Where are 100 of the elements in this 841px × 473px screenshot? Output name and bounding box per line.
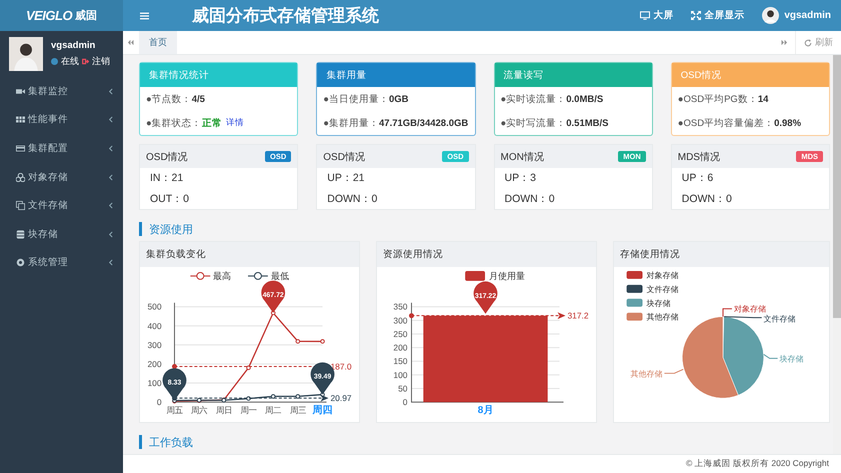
card-title: OSD情况: [323, 150, 365, 164]
legend-label[interactable]: 月使用量: [489, 270, 525, 281]
axis-category-label: 周日: [216, 405, 232, 416]
card-title: 集群情况统计: [140, 63, 298, 87]
slice-label: 对象存储: [734, 304, 766, 314]
status-value: DOWN：0: [504, 192, 556, 207]
header-action[interactable]: 大屏: [640, 9, 674, 22]
legend-swatch[interactable]: [626, 298, 643, 307]
legend-swatch[interactable]: [465, 270, 486, 281]
menu-item[interactable]: 块存储: [0, 220, 123, 249]
avatar: [9, 37, 43, 71]
user-name: vgsadmin: [51, 40, 96, 51]
legend-label[interactable]: 块存储: [646, 298, 670, 308]
legend-swatch[interactable]: [626, 284, 643, 293]
legend-label[interactable]: 其他存储: [646, 312, 678, 322]
point: [320, 339, 325, 344]
legend-label[interactable]: 文件存储: [646, 284, 678, 294]
axis-tick-label: 300: [393, 315, 408, 326]
axis-tick-label: 200: [148, 358, 162, 369]
legend-label[interactable]: 对象存储: [646, 270, 678, 280]
logo-name: 威固: [75, 8, 98, 23]
menu-item[interactable]: 文件存储: [0, 191, 123, 220]
status-value: DOWN：0: [326, 192, 378, 207]
stat-value: 0.51MB/S: [566, 118, 608, 128]
legend-line-icon[interactable]: [190, 272, 211, 280]
slice-label: 文件存储: [764, 314, 796, 324]
user-name[interactable]: vgsadmin: [784, 10, 831, 21]
chevron-icon: [108, 202, 113, 210]
point: [246, 366, 251, 370]
stat-value: 0.98%: [774, 118, 802, 128]
panel-title: 集群负载变化: [140, 242, 359, 267]
axis-tick-label: 500: [148, 302, 162, 312]
legend-line-icon[interactable]: [248, 272, 268, 280]
tab[interactable]: 首页: [139, 31, 177, 54]
axis-category-label: 周五: [166, 405, 182, 416]
point: [296, 394, 300, 399]
menu-item[interactable]: 系统管理: [0, 248, 123, 278]
menu-item[interactable]: 性能事件: [0, 106, 123, 134]
status-value: DOWN：0: [680, 192, 733, 207]
legend-label[interactable]: 最高: [213, 270, 232, 281]
legend-label[interactable]: 最低: [270, 270, 289, 281]
axis-tick-label: 400: [148, 320, 162, 331]
axis-category-label: 周六: [191, 405, 208, 416]
status-value: IN：21: [149, 171, 184, 186]
marker-pin: [474, 281, 498, 314]
leader-line: [763, 354, 778, 359]
axis-tick-label: 0: [156, 397, 162, 408]
scroll-left-icon[interactable]: [127, 39, 134, 46]
card-title: 集群用量: [317, 63, 474, 87]
axis-tick-label: 200: [393, 342, 408, 353]
section-title: 资源使用: [139, 222, 830, 236]
header-action[interactable]: 全屏显示: [691, 9, 744, 22]
chevron-icon: [108, 259, 113, 266]
menu-item[interactable]: 集群配置: [0, 134, 123, 163]
chevron-icon: [108, 116, 113, 124]
status-value: UP：3: [504, 171, 537, 186]
point: [296, 339, 300, 344]
chevron-icon: [108, 230, 113, 238]
axis-tick-label: 100: [148, 378, 162, 388]
stat-label: ●集群状态：: [146, 116, 202, 130]
database-icon: [16, 230, 25, 239]
fullscreen-icon: [691, 11, 702, 20]
line-start-marker: [172, 364, 177, 369]
slice-label: 块存储: [780, 354, 804, 364]
stat-label: ●OSD平均容量偏差：: [678, 116, 774, 130]
average-label: 317.2: [567, 310, 589, 321]
stat-value: 0.0MB/S: [566, 94, 604, 104]
stat-value: 4/5: [192, 94, 205, 104]
menu-item[interactable]: 对象存储: [0, 162, 123, 192]
menu-icon[interactable]: [140, 12, 149, 20]
scroll-right-icon[interactable]: [781, 39, 788, 46]
axis-tick-label: 50: [398, 383, 408, 394]
legend-swatch[interactable]: [626, 270, 643, 279]
logout-link[interactable]: 注销: [92, 55, 110, 68]
axis-category-label: 8月: [478, 405, 494, 416]
online-dot-icon: [51, 58, 58, 65]
cubes-icon: [16, 172, 25, 182]
card-title: OSD情况: [672, 63, 829, 87]
axis-category-label: 周一: [240, 405, 257, 416]
stat-label: ●实时写流量：: [500, 116, 566, 130]
chevron-icon: [108, 144, 113, 152]
axis-tick-label: 250: [393, 328, 408, 339]
chevron-icon: [108, 174, 113, 181]
stat-label: ●集群用量：: [323, 116, 379, 130]
card-title: OSD情况: [146, 150, 188, 164]
stat-value: 0GB: [389, 94, 409, 104]
stat-value: 14: [758, 94, 768, 104]
panel-title: 存储使用情况: [614, 242, 829, 267]
app-title: 威固分布式存储管理系统: [192, 5, 379, 27]
details-link[interactable]: 详情: [226, 117, 244, 129]
legend-swatch[interactable]: [626, 312, 643, 321]
card-icon: [16, 144, 25, 153]
monitor-icon: [640, 11, 650, 20]
axis-category-label: 周三: [290, 405, 306, 416]
status-value: OUT：0: [149, 192, 190, 207]
card-title: 流量读写: [494, 63, 652, 87]
point: [270, 394, 276, 399]
menu-item[interactable]: 集群监控: [0, 77, 123, 106]
stat-value: 正常: [202, 116, 222, 130]
stat-label: ●OSD平均PG数：: [678, 92, 758, 106]
